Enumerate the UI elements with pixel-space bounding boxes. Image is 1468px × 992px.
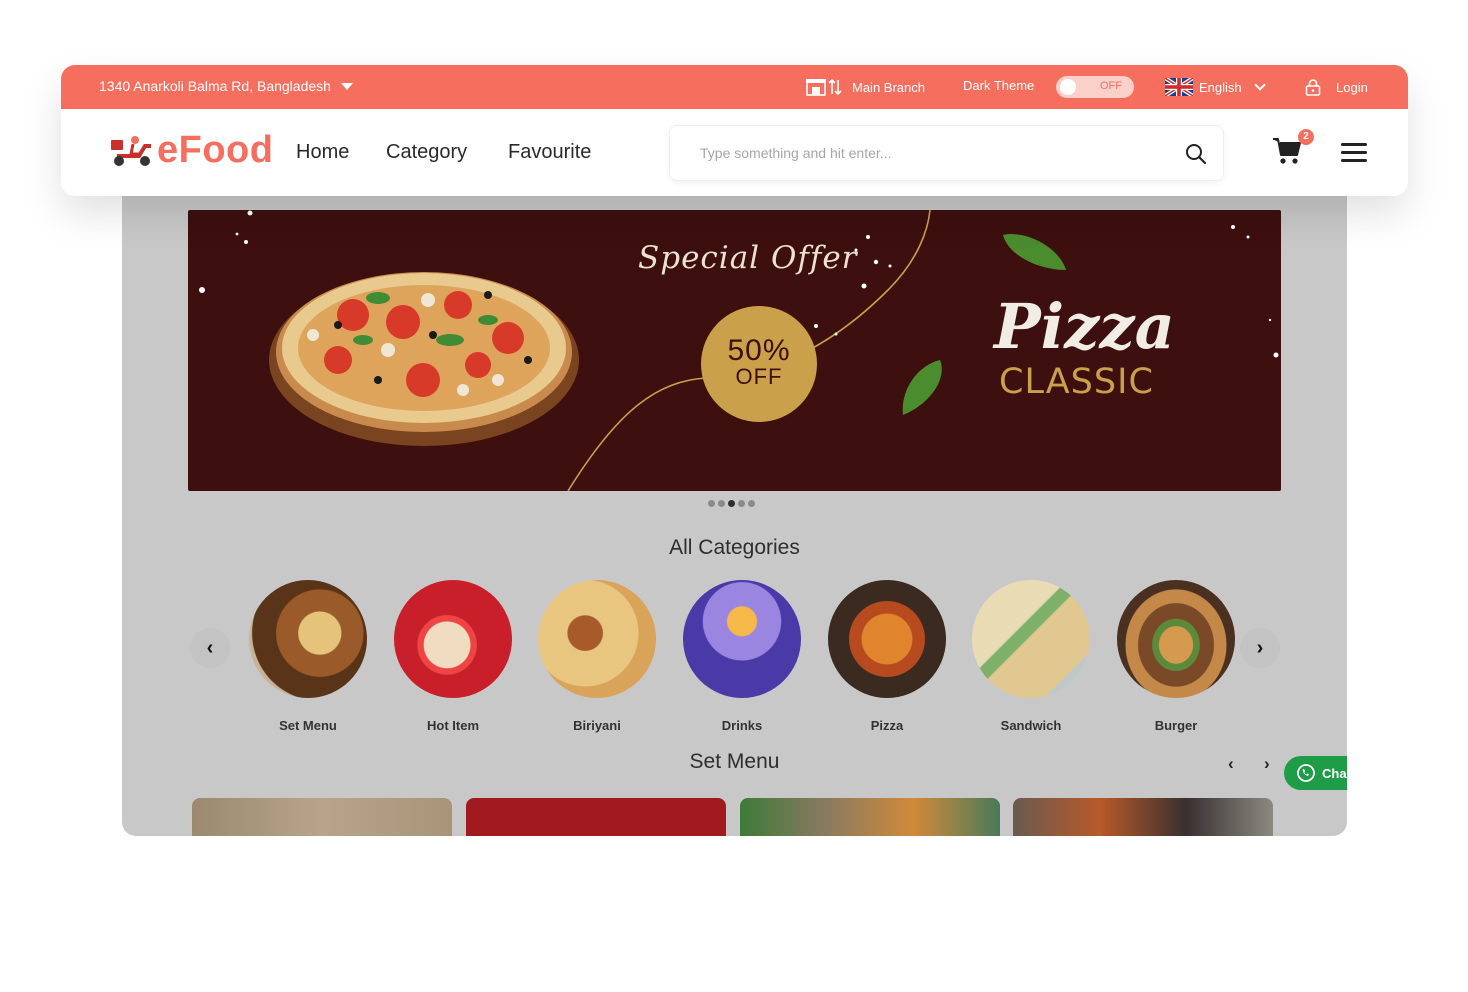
- category-prev-button[interactable]: ‹: [190, 628, 230, 668]
- hamburger-menu-icon[interactable]: [1341, 143, 1367, 167]
- chat-label: Cha: [1322, 765, 1347, 781]
- category-name: Sandwich: [1000, 718, 1062, 733]
- category-next-button[interactable]: ›: [1240, 628, 1280, 668]
- branch-label: Main Branch: [852, 79, 925, 95]
- lock-icon: [1305, 79, 1321, 96]
- top-bar: 1340 Anarkoli Balma Rd, Bangladesh Main …: [61, 65, 1408, 109]
- toggle-state: OFF: [1100, 80, 1122, 92]
- carousel-dot-active[interactable]: [728, 500, 735, 507]
- nav-category[interactable]: Category: [386, 141, 467, 164]
- main-nav: eFood Home Category Favourite 2: [61, 109, 1408, 196]
- category-image: [538, 580, 656, 698]
- delivery-scooter-icon: [111, 135, 151, 166]
- banner-subtitle: CLASSIC: [999, 362, 1154, 402]
- language-label: English: [1199, 79, 1242, 95]
- whatsapp-icon: [1297, 764, 1315, 782]
- language-selector[interactable]: English: [1165, 78, 1266, 96]
- category-name: Hot Item: [427, 718, 479, 733]
- category-name: Set Menu: [279, 718, 337, 733]
- login-label: Login: [1336, 79, 1368, 95]
- product-card[interactable]: [740, 798, 1000, 836]
- category-item[interactable]: Sandwich: [972, 580, 1090, 733]
- address-text: 1340 Anarkoli Balma Rd, Bangladesh: [99, 78, 331, 94]
- login-button[interactable]: Login: [1304, 78, 1368, 96]
- category-image: [972, 580, 1090, 698]
- cart-button[interactable]: 2: [1272, 129, 1314, 170]
- category-item[interactable]: Drinks: [683, 580, 801, 733]
- search-icon[interactable]: [1185, 143, 1207, 165]
- set-menu-title: Set Menu: [689, 750, 780, 773]
- chevron-down-icon: [1253, 79, 1266, 91]
- dark-theme-label: Dark Theme: [963, 78, 1035, 93]
- product-card[interactable]: [1013, 798, 1273, 836]
- set-menu-prev-button[interactable]: ‹: [1228, 754, 1234, 774]
- site-header: 1340 Anarkoli Balma Rd, Bangladesh Main …: [61, 65, 1408, 196]
- search-input[interactable]: [700, 145, 1160, 161]
- set-menu-next-button[interactable]: ›: [1264, 754, 1270, 774]
- category-item[interactable]: Set Menu: [249, 580, 367, 733]
- category-image: [828, 580, 946, 698]
- banner-title: Pizza: [994, 290, 1175, 363]
- product-card[interactable]: [466, 798, 726, 836]
- search-box: [669, 125, 1224, 181]
- carousel-dots: [708, 500, 755, 507]
- discount-off-label: OFF: [735, 364, 783, 389]
- carousel-dot[interactable]: [748, 500, 755, 507]
- discount-percent: 50%: [727, 334, 791, 367]
- category-item[interactable]: Burger: [1117, 580, 1235, 733]
- category-name: Biriyani: [573, 718, 621, 733]
- caret-down-icon: [340, 82, 353, 90]
- category-item[interactable]: Hot Item: [394, 580, 512, 733]
- category-name: Drinks: [721, 718, 763, 733]
- cart-icon: [1273, 138, 1301, 164]
- category-name: Pizza: [870, 718, 904, 733]
- uk-flag-icon: [1165, 78, 1193, 96]
- whatsapp-chat-button[interactable]: Cha: [1284, 756, 1347, 790]
- category-item[interactable]: Biriyani: [538, 580, 656, 733]
- dark-theme-toggle[interactable]: OFF: [1056, 76, 1134, 98]
- branch-selector[interactable]: Main Branch: [806, 78, 925, 96]
- brand-name: eFood: [157, 129, 274, 171]
- product-card[interactable]: [192, 798, 452, 836]
- toggle-knob: [1060, 79, 1076, 95]
- promo-banner[interactable]: Special Offer 50% OFF Pizza CLASSIC: [188, 210, 1281, 491]
- cart-count-badge: 2: [1298, 129, 1314, 145]
- all-categories-title: All Categories: [669, 536, 800, 559]
- category-image: [683, 580, 801, 698]
- chevron-left-icon: ‹: [206, 636, 214, 659]
- nav-home[interactable]: Home: [296, 141, 349, 164]
- chevron-right-icon: ›: [1256, 636, 1264, 659]
- carousel-dot[interactable]: [718, 500, 725, 507]
- nav-favourite[interactable]: Favourite: [508, 141, 591, 164]
- address-selector[interactable]: 1340 Anarkoli Balma Rd, Bangladesh: [99, 78, 353, 94]
- page-content: Special Offer 50% OFF Pizza CLASSIC All …: [122, 150, 1347, 836]
- carousel-dot[interactable]: [708, 500, 715, 507]
- category-image: [1117, 580, 1235, 698]
- category-image: [249, 580, 367, 698]
- category-name: Burger: [1154, 718, 1198, 733]
- store-icon: [806, 78, 842, 96]
- category-image: [394, 580, 512, 698]
- category-item[interactable]: Pizza: [828, 580, 946, 733]
- special-offer-text: Special Offer: [638, 240, 858, 276]
- carousel-dot[interactable]: [738, 500, 745, 507]
- site-logo[interactable]: eFood: [109, 129, 273, 172]
- discount-badge: 50% OFF: [701, 306, 817, 422]
